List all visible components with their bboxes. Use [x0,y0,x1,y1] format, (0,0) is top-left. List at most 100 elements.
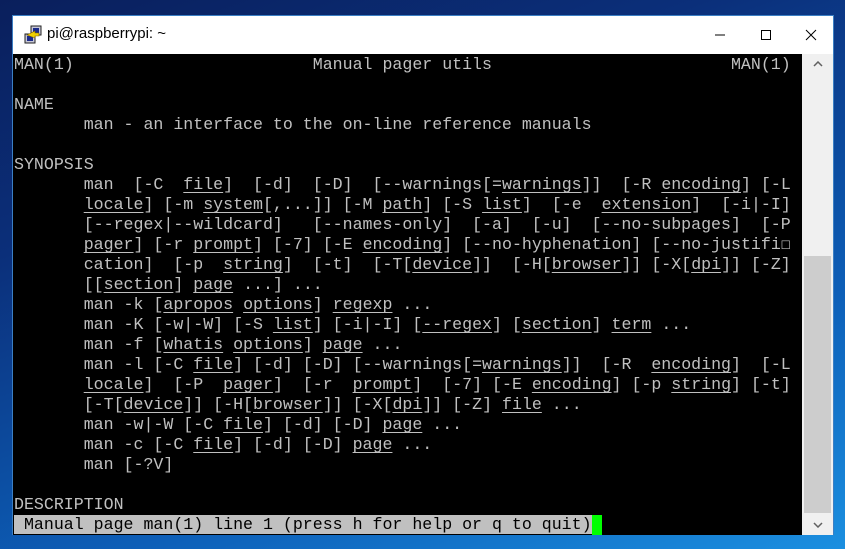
terminal-text: ]] [-H[ [183,395,254,414]
terminal-text: ] [-p [611,375,672,394]
terminal-underlined-text: device [123,395,184,414]
terminal-line: man -f [whatis options] page ... [14,335,403,355]
terminal-text: ] [--no-hyphenation] [--no-justifi☐ [442,235,791,254]
terminal-text: ] [-L [740,175,791,194]
terminal-underlined-text: pager [223,375,273,394]
maximize-button[interactable] [743,16,789,54]
terminal-underlined-text: system [203,195,263,214]
vertical-scrollbar[interactable] [802,54,833,535]
terminal-underlined-text: section [521,315,592,334]
terminal-line: man -K [-w|-W] [-S list] [-i|-I] [--rege… [14,315,692,335]
terminal-text: ] [-i|-I] [ [312,315,423,334]
terminal-text: [,...]] [-M [262,195,383,214]
terminal-text: ... [362,335,403,354]
terminal-line: man [-C file] [-d] [-D] [--warnings[=war… [14,175,791,195]
terminal-text: man [-C [14,175,184,194]
terminal-text: ... [422,415,463,434]
minimize-icon [715,34,725,36]
terminal-line: [[section] page ...] ... [14,275,323,295]
terminal-text: ... [651,315,692,334]
terminal-screen[interactable]: DESCRIPTION man [-?V] man -c [-C file] [… [13,54,802,535]
terminal-text: ] [-d] [-D] [--warnings[= [233,355,483,374]
title-bar[interactable]: pi@raspberrypi: ~ [13,16,833,54]
terminal-underlined-text: prompt [193,235,254,254]
terminal-text: ] [-7] [-E [412,375,532,394]
terminal-text: ] [-P [143,375,224,394]
terminal-text: ] [-d] [-D] [--warnings[= [223,175,502,194]
terminal-underlined-text: locale [83,195,144,214]
terminal-underlined-text: page [193,275,234,294]
terminal-underlined-text: extension [601,195,692,214]
terminal-underlined-text: prompt [352,375,413,394]
terminal-underlined-text: warnings [501,175,582,194]
close-icon [805,29,817,41]
terminal-line: locale] [-P pager] [-r prompt] [-7] [-E … [14,375,791,395]
terminal-underlined-text: pager [83,235,134,254]
chevron-up-icon [812,61,823,67]
terminal-line: man [-?V] [14,455,174,475]
scroll-down-button[interactable] [802,515,833,535]
terminal-text: [--regex|--wildcard] [--names-only] [-a]… [14,215,791,234]
terminal-text: man -f [ [14,335,164,354]
scrollbar-thumb[interactable] [804,256,831,513]
terminal-text: man -c [-C [14,435,194,454]
terminal-text: [[ [14,275,104,294]
terminal-line: man -k [apropos options] regexp ... [14,295,433,315]
terminal-underlined-text: term [611,315,652,334]
close-button[interactable] [788,16,834,54]
window-title: pi@raspberrypi: ~ [47,25,167,42]
terminal-underlined-text: page [322,335,363,354]
terminal-text: MAN(1) Manual pager utils MAN(1) [14,55,791,74]
terminal-text: NAME [14,95,54,114]
terminal-text: ... [392,435,433,454]
scroll-up-button[interactable] [802,54,833,74]
terminal-underlined-text: dpi [392,395,423,414]
terminal-text: ] [-r [133,235,194,254]
terminal-underlined-text: path [382,195,423,214]
terminal-line: [-T[device]] [-H[browser]] [-X[dpi]] [-Z… [14,395,582,415]
terminal-text: ] [312,295,333,314]
terminal-window: pi@raspberrypi: ~ DESCRIPTION man [-?V] … [12,15,834,535]
terminal-underlined-text: apropos [163,295,234,314]
terminal-line: locale] [-m system[,...]] [-M path] [-S … [14,195,791,215]
terminal-underlined-text: string [671,375,732,394]
terminal-underlined-text: --regex [422,315,493,334]
minimize-button[interactable] [697,16,743,54]
terminal-line: cation] [-p string] [-t] [-T[device]] [-… [14,255,791,275]
terminal-text: ] [ [492,315,522,334]
terminal-line: MAN(1) Manual pager utils MAN(1) [14,55,791,75]
terminal-underlined-text: file [193,355,234,374]
terminal-underlined-text: file [183,175,224,194]
terminal-text: ] [-S [422,195,483,214]
terminal-text: ]] [-Z] [422,395,502,414]
terminal-underlined-text: page [352,435,393,454]
terminal-line: pager] [-r prompt] [-7] [-E encoding] [-… [14,235,791,255]
terminal-text: ]] [-X[ [621,255,692,274]
terminal-underlined-text: string [223,255,283,274]
terminal-underlined-text: encoding [531,375,612,394]
terminal-text: ]] [-Z] [721,255,791,274]
maximize-icon [761,30,771,40]
terminal-line: man -l [-C file] [-d] [-D] [--warnings[=… [14,355,791,375]
terminal-underlined-text: section [103,275,174,294]
terminal-underlined-text: warnings [482,355,562,374]
pager-status-line: Manual page man(1) line 1 (press h for h… [14,515,602,535]
terminal-text: man -l [-C [14,355,194,374]
terminal-underlined-text: options [243,295,313,314]
terminal-underlined-text: list [482,195,522,214]
terminal-underlined-text: file [223,415,263,434]
terminal-text: man -K [-w|-W] [-S [14,315,273,334]
terminal-underlined-text: list [272,315,313,334]
terminal-text: ] [591,315,612,334]
terminal-text: ] [-t] [731,375,791,394]
terminal-underlined-text: device [412,255,473,274]
terminal-text: man - an interface to the on-line refere… [14,115,592,134]
terminal-text: ]] [-X[ [322,395,393,414]
terminal-underlined-text: file [502,395,542,414]
terminal-underlined-text: browser [551,255,622,274]
terminal-text: ... [392,295,433,314]
terminal-line: man - an interface to the on-line refere… [14,115,592,135]
